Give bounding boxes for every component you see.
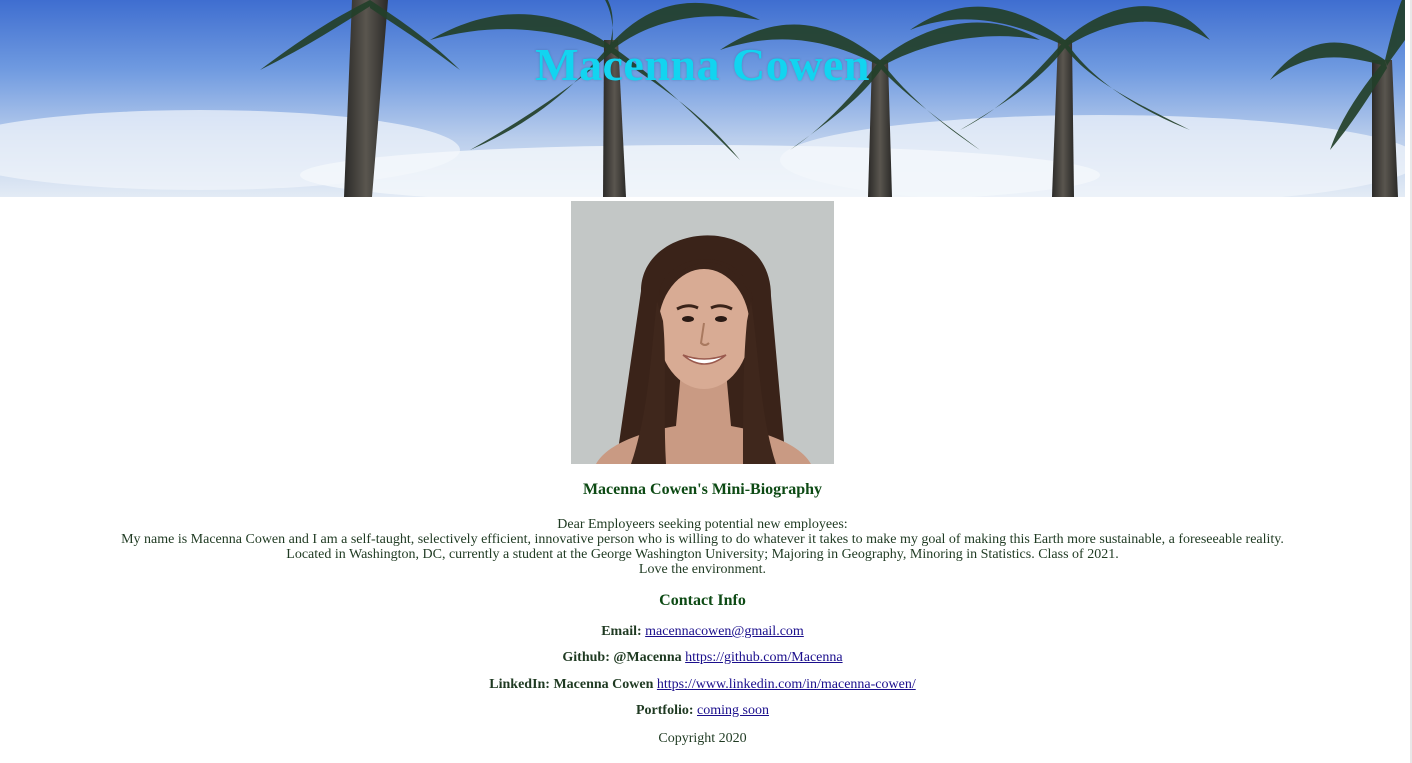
github-link[interactable]: https://github.com/Macenna: [685, 650, 842, 665]
profile-photo: [571, 201, 834, 464]
bio-line-location: Located in Washington, DC, currently a s…: [286, 547, 1119, 562]
main-content: Macenna Cowen's Mini-Biography Dear Empl…: [0, 478, 1405, 748]
portfolio-link[interactable]: coming soon: [697, 703, 769, 718]
header-banner: Macenna Cowen: [0, 0, 1405, 197]
contact-email: Email: macennacowen@gmail.com: [0, 623, 1405, 641]
email-link[interactable]: macennacowen@gmail.com: [645, 624, 804, 639]
bio-line-interest: Love the environment.: [638, 562, 767, 577]
site-title: Macenna Cowen: [535, 39, 870, 90]
contact-linkedin: LinkedIn: Macenna Cowen https://www.link…: [0, 676, 1405, 694]
contact-portfolio: Portfolio: coming soon: [0, 702, 1405, 720]
portrait-image: [571, 201, 834, 464]
contact-github: Github: @Macenna https://github.com/Mace…: [0, 649, 1405, 667]
github-label: Github: @Macenna: [562, 650, 682, 665]
linkedin-link[interactable]: https://www.linkedin.com/in/macenna-cowe…: [657, 677, 916, 692]
portfolio-label: Portfolio:: [636, 703, 694, 718]
linkedin-label: LinkedIn: Macenna Cowen: [489, 677, 654, 692]
bio-line-greeting: Dear Employeers seeking potential new em…: [557, 517, 848, 532]
biography-heading: Macenna Cowen's Mini-Biography: [582, 481, 823, 498]
bio-line-intro: My name is Macenna Cowen and I am a self…: [121, 532, 1284, 547]
palm-trees-image: [0, 0, 1405, 197]
copyright-footer: Copyright 2020: [658, 731, 747, 746]
contact-heading: Contact Info: [659, 592, 746, 609]
email-label: Email:: [601, 624, 642, 639]
